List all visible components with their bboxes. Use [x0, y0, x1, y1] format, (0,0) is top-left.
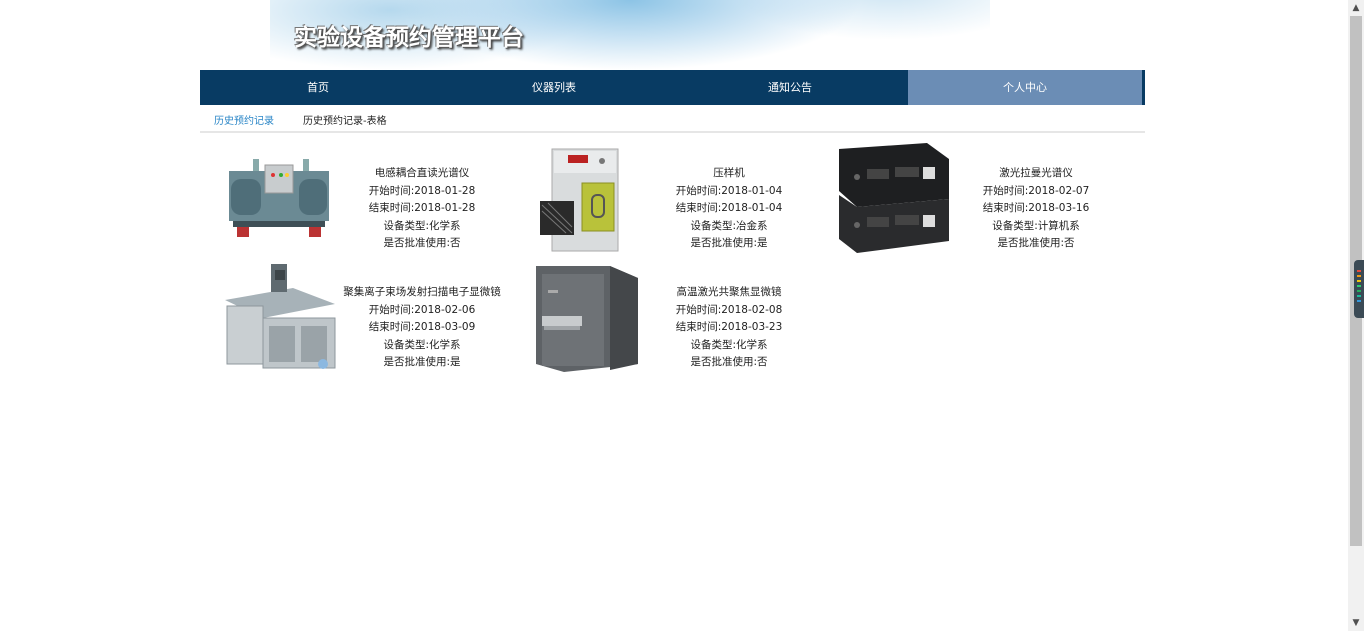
start-time: 开始时间:2018-02-08 — [675, 303, 783, 316]
device-type: 设备类型:计算机系 — [992, 219, 1080, 232]
device-type: 设备类型:冶金系 — [690, 219, 768, 232]
start-time: 开始时间:2018-02-07 — [982, 184, 1090, 197]
record-card[interactable]: 压样机 开始时间:2018-01-04 结束时间:2018-01-04 设备类型… — [530, 141, 830, 257]
end-time: 结束时间:2018-03-16 — [982, 202, 1090, 214]
tab-history-table[interactable]: 历史预约记录-表格 — [303, 112, 387, 127]
scroll-down-arrow-icon[interactable]: ▼ — [1351, 618, 1361, 628]
start-time: 开始时间:2018-01-28 — [368, 184, 476, 197]
end-time: 结束时间:2018-01-04 — [675, 202, 783, 214]
device-name: 激光拉曼光谱仪 — [999, 167, 1073, 179]
record-info: 高温激光共聚焦显微镜 开始时间:2018-02-08 结束时间:2018-03-… — [644, 284, 814, 372]
tab-history[interactable]: 历史预约记录 — [214, 112, 274, 127]
device-type: 设备类型:化学系 — [383, 338, 461, 351]
nav-item-notices[interactable]: 通知公告 — [672, 70, 908, 105]
record-info: 压样机 开始时间:2018-01-04 结束时间:2018-01-04 设备类型… — [644, 165, 814, 253]
cooling-unit-image — [223, 141, 337, 255]
approval-status: 是否批准使用:否 — [690, 356, 768, 368]
approval-status: 是否批准使用:否 — [383, 237, 461, 249]
record-info: 激光拉曼光谱仪 开始时间:2018-02-07 结束时间:2018-03-16 … — [951, 165, 1121, 253]
approval-status: 是否批准使用:否 — [997, 237, 1075, 249]
device-name: 压样机 — [713, 167, 745, 179]
approval-status: 是否批准使用:是 — [690, 237, 768, 249]
end-time: 结束时间:2018-03-09 — [368, 321, 476, 333]
device-name: 聚集离子束场发射扫描电子显微镜 — [343, 286, 501, 298]
record-card[interactable]: 聚集离子束场发射扫描电子显微镜 开始时间:2018-02-06 结束时间:201… — [223, 260, 523, 376]
side-widget-icon[interactable] — [1354, 260, 1364, 318]
device-name: 高温激光共聚焦显微镜 — [676, 286, 782, 298]
device-type: 设备类型:化学系 — [383, 219, 461, 232]
nav-item-instrument-list[interactable]: 仪器列表 — [436, 70, 672, 105]
press-machine-image — [530, 141, 644, 255]
nav-item-personal-center[interactable]: 个人中心 — [908, 70, 1143, 105]
kvm-switch-image — [837, 141, 951, 255]
record-info: 电感耦合直读光谱仪 开始时间:2018-01-28 结束时间:2018-01-2… — [337, 165, 507, 253]
start-time: 开始时间:2018-02-06 — [368, 303, 476, 316]
end-time: 结束时间:2018-01-28 — [368, 202, 476, 214]
record-card[interactable]: 电感耦合直读光谱仪 开始时间:2018-01-28 结束时间:2018-01-2… — [223, 141, 523, 257]
scroll-up-arrow-icon[interactable]: ▲ — [1351, 3, 1361, 13]
record-card[interactable]: 高温激光共聚焦显微镜 开始时间:2018-02-08 结束时间:2018-03-… — [530, 260, 830, 376]
header-banner: 实验设备预约管理平台 — [0, 0, 1348, 70]
record-card[interactable]: 激光拉曼光谱仪 开始时间:2018-02-07 结束时间:2018-03-16 … — [837, 141, 1137, 257]
approval-status: 是否批准使用:是 — [383, 356, 461, 368]
industrial-table-image — [223, 260, 337, 374]
end-time: 结束时间:2018-03-23 — [675, 321, 783, 333]
site-title: 实验设备预约管理平台 — [294, 25, 524, 51]
sub-tabs: 历史预约记录 历史预约记录-表格 — [200, 105, 1145, 133]
nav-item-home[interactable]: 首页 — [200, 70, 436, 105]
start-time: 开始时间:2018-01-04 — [675, 184, 783, 197]
main-nav: 首页 仪器列表 通知公告 个人中心 — [200, 70, 1145, 105]
device-name: 电感耦合直读光谱仪 — [374, 167, 470, 179]
device-type: 设备类型:化学系 — [690, 338, 768, 351]
cabinet-device-image — [530, 260, 644, 374]
record-info: 聚集离子束场发射扫描电子显微镜 开始时间:2018-02-06 结束时间:201… — [337, 284, 507, 372]
